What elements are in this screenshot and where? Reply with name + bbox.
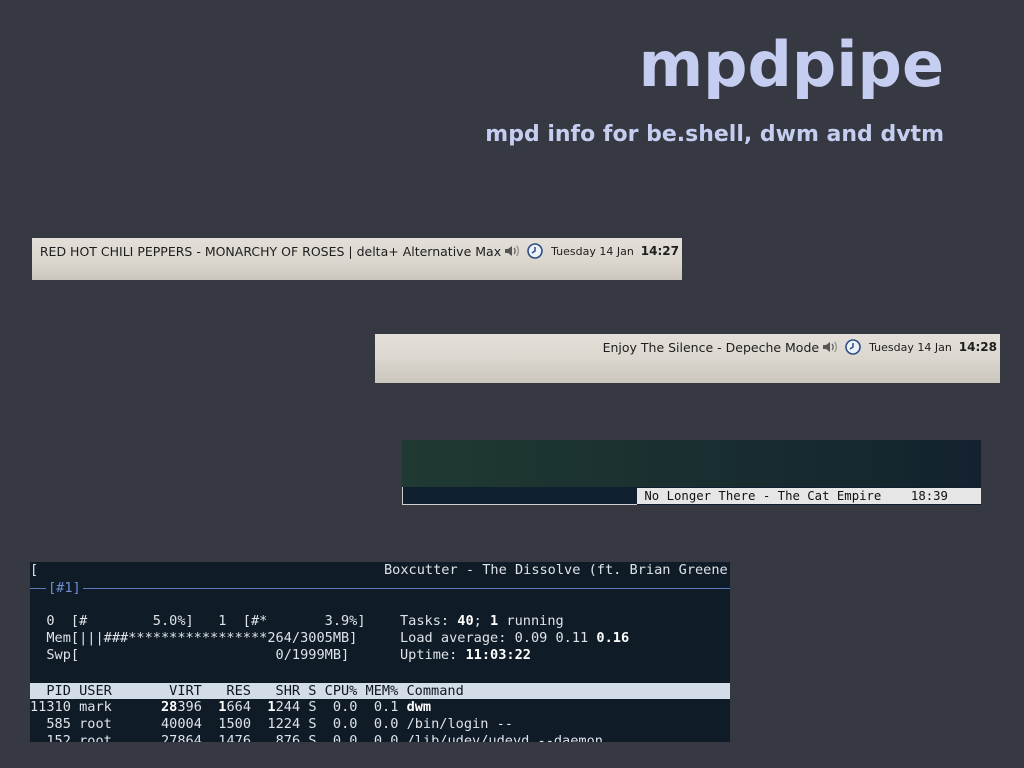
process-command: dwm (406, 699, 432, 715)
htop-mem-meter: Mem[|||###*****************264/3005MB] (30, 630, 358, 646)
process-virt-low: 864 (177, 733, 211, 742)
dwm-tag-area (402, 487, 637, 505)
process-state: S (308, 699, 325, 715)
process-command: /lib/udev/udevd --daemon (406, 733, 603, 742)
process-user: root (79, 733, 153, 742)
date-label: Tuesday 14 Jan (551, 244, 634, 258)
dwm-wallpaper (402, 440, 981, 487)
htop-process-row[interactable]: 585 root 40004 1500 1224 S 0.0 0.0 /bin/… (30, 716, 513, 733)
process-res-low: 476 (226, 733, 260, 742)
date-label: Tuesday 14 Jan (869, 340, 952, 354)
process-virt-low: 004 (177, 716, 211, 732)
process-state: S (308, 716, 325, 732)
process-mem: 0.0 (365, 716, 407, 732)
process-mem: 0.0 (365, 733, 407, 742)
htop-uptime: Uptime: 11:03:22 (400, 647, 531, 663)
process-state: S (308, 733, 325, 742)
dvtm-title: Boxcutter - The Dissolve (ft. Brian Gree… (384, 562, 730, 578)
dwm-status-text: No Longer There - The Cat Empire 18:39 (637, 488, 981, 504)
speaker-icon[interactable] (503, 243, 523, 259)
process-pid: 11310 (30, 699, 80, 715)
process-pid: 585 (30, 716, 80, 732)
dwm-screen: No Longer There - The Cat Empire 18:39 (402, 440, 981, 505)
clock-icon[interactable] (527, 243, 543, 259)
htop-cpu-meters: 0 [# 5.0%] 1 [#* 3.9%] (30, 613, 366, 629)
now-playing-text[interactable]: Enjoy The Silence - Depeche Mode (603, 340, 820, 355)
dvtm-title-left: [ (30, 562, 39, 578)
clock-icon[interactable] (845, 339, 861, 355)
page-title: mpdpipe (638, 28, 944, 101)
htop-tasks: Tasks: 40; 1 running (400, 613, 564, 629)
process-cpu: 0.0 (324, 733, 366, 742)
process-pid: 152 (30, 733, 80, 742)
process-virt-high: 28 (160, 699, 178, 715)
time-label: 14:28 (958, 340, 997, 354)
now-playing-text[interactable]: RED HOT CHILI PEPPERS - MONARCHY OF ROSE… (40, 244, 501, 259)
process-user: root (79, 716, 153, 732)
process-cpu: 0.0 (324, 699, 366, 715)
process-shr-high: 1 (267, 699, 276, 715)
speaker-icon[interactable] (821, 339, 841, 355)
process-shr-low: 876 (275, 733, 309, 742)
process-user: mark (79, 699, 153, 715)
process-cpu: 0.0 (324, 716, 366, 732)
htop-load-average: Load average: 0.09 0.11 0.16 (400, 630, 630, 646)
process-virt-low: 396 (177, 699, 211, 715)
panel-lower-area (375, 360, 1000, 383)
htop-process-row[interactable]: 152 root 27864 1476 876 S 0.0 0.0 /lib/u… (30, 733, 603, 742)
process-res-low: 664 (226, 699, 260, 715)
panel-lower-area (32, 264, 682, 280)
process-virt-high: 40 (160, 716, 178, 732)
dvtm-separator (30, 588, 730, 589)
htop-column-header[interactable]: PID USER VIRT RES SHR S CPU% MEM% Comman… (30, 683, 730, 699)
process-virt-high: 27 (160, 733, 178, 742)
process-mem: 0.1 (365, 699, 407, 715)
process-shr-low: 224 (275, 716, 309, 732)
page-subtitle: mpd info for be.shell, dwm and dvtm (485, 122, 944, 147)
htop-swap-meter: Swp[ 0/1999MB] (30, 647, 350, 663)
process-shr-low: 244 (275, 699, 309, 715)
time-label: 14:27 (640, 244, 679, 258)
dvtm-terminal: [ Boxcutter - The Dissolve (ft. Brian Gr… (30, 562, 730, 742)
beshell-panel-1: RED HOT CHILI PEPPERS - MONARCHY OF ROSE… (32, 238, 682, 280)
beshell-panel-2: Enjoy The Silence - Depeche Mode Tuesday… (375, 334, 1000, 383)
process-res-low: 500 (226, 716, 260, 732)
dvtm-window-tag[interactable]: [#1] (46, 580, 83, 597)
process-shr-high: 1 (267, 716, 276, 732)
htop-process-row[interactable]: 11310 mark 28396 1664 1244 S 0.0 0.1 dwm (30, 699, 431, 716)
process-command: /bin/login -- (406, 716, 513, 732)
